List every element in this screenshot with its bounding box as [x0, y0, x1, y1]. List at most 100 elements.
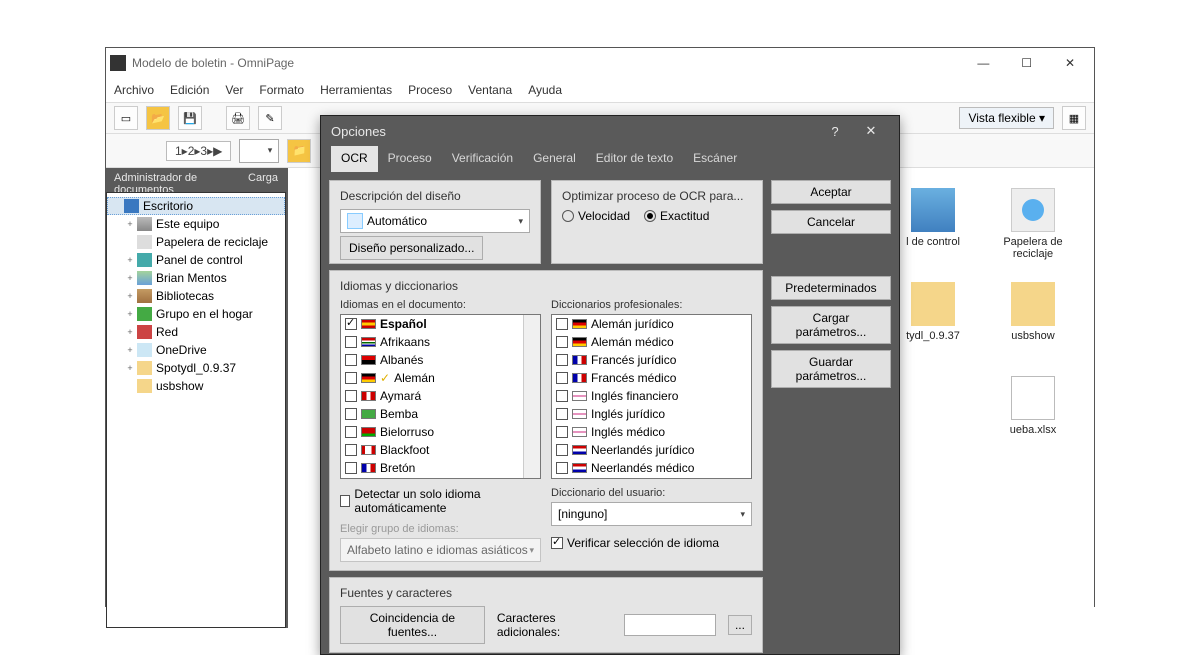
close-button[interactable]: ✕ [1050, 49, 1090, 77]
menu-ayuda[interactable]: Ayuda [528, 83, 562, 97]
dialog-help-button[interactable]: ? [817, 124, 853, 139]
load-params-button[interactable]: Cargar parámetros... [771, 306, 891, 344]
tree-item[interactable]: +Grupo en el hogar [107, 305, 285, 323]
list-item[interactable]: Francés médico [552, 369, 751, 387]
dialog-close-button[interactable]: ✕ [853, 123, 889, 139]
new-icon[interactable]: ▭ [114, 106, 138, 130]
tree-toggle-icon[interactable]: + [125, 291, 135, 301]
list-item[interactable]: Inglés jurídico [552, 405, 751, 423]
extra-chars-browse[interactable]: ... [728, 615, 752, 635]
open-icon[interactable]: 📂 [146, 106, 170, 130]
folder-icon[interactable]: 📁 [287, 139, 311, 163]
menu-ver[interactable]: Ver [225, 83, 243, 97]
list-item[interactable]: Neerlandés médico [552, 459, 751, 477]
list-item[interactable]: Inglés médico [552, 423, 751, 441]
tree-item[interactable]: +OneDrive [107, 341, 285, 359]
item-checkbox[interactable] [345, 426, 357, 438]
save-params-button[interactable]: Guardar parámetros... [771, 350, 891, 388]
menu-herramientas[interactable]: Herramientas [320, 83, 392, 97]
list-item[interactable]: Español [341, 315, 540, 333]
menu-archivo[interactable]: Archivo [114, 83, 154, 97]
item-checkbox[interactable] [556, 390, 568, 402]
tree-toggle-icon[interactable]: + [125, 327, 135, 337]
tree-item[interactable]: +Panel de control [107, 251, 285, 269]
list-item[interactable]: Aymará [341, 387, 540, 405]
item-checkbox[interactable] [556, 462, 568, 474]
languages-listbox[interactable]: EspañolAfrikaansAlbanés✓AlemánAymaráBemb… [340, 314, 541, 479]
menu-proceso[interactable]: Proceso [408, 83, 452, 97]
item-checkbox[interactable] [345, 372, 357, 384]
menu-edicion[interactable]: Edición [170, 83, 209, 97]
item-checkbox[interactable] [556, 336, 568, 348]
list-item[interactable]: Afrikaans [341, 333, 540, 351]
list-item[interactable]: Alemán jurídico [552, 315, 751, 333]
tree-item[interactable]: +Brian Mentos [107, 269, 285, 287]
tree-item[interactable]: +Red [107, 323, 285, 341]
desktop-item[interactable]: usbshow [988, 282, 1078, 372]
list-item[interactable]: Neerlandés jurídico [552, 441, 751, 459]
tree-item[interactable]: Escritorio [107, 197, 285, 215]
tab-ocr[interactable]: OCR [331, 146, 378, 172]
item-checkbox[interactable] [345, 462, 357, 474]
tree-toggle-icon[interactable]: + [125, 309, 135, 319]
cancel-button[interactable]: Cancelar [771, 210, 891, 234]
print-icon[interactable]: 🖨 [226, 106, 250, 130]
tree-item[interactable]: Papelera de reciclaje [107, 233, 285, 251]
custom-design-button[interactable]: Diseño personalizado... [340, 236, 483, 260]
user-dict-combo[interactable]: [ninguno]▾ [551, 502, 752, 526]
item-checkbox[interactable] [345, 408, 357, 420]
list-item[interactable]: Blackfoot [341, 441, 540, 459]
tree-item[interactable]: +Spotydl_0.9.37 [107, 359, 285, 377]
tool-x-icon[interactable]: ▦ [1062, 106, 1086, 130]
tree-toggle-icon[interactable]: + [125, 255, 135, 265]
item-checkbox[interactable] [345, 390, 357, 402]
list-item[interactable]: ✓Alemán [341, 369, 540, 387]
list-item[interactable]: Albanés [341, 351, 540, 369]
design-combo[interactable]: Automático▾ [340, 209, 530, 233]
desktop-item[interactable]: ueba.xlsx [988, 376, 1078, 466]
item-checkbox[interactable] [345, 354, 357, 366]
font-match-button[interactable]: Coincidencia de fuentes... [340, 606, 485, 644]
tab-administrador[interactable]: Administrador de documentos [106, 168, 240, 192]
item-checkbox[interactable] [556, 444, 568, 456]
tree-toggle-icon[interactable]: + [125, 273, 135, 283]
tool-icon[interactable]: ✎ [258, 106, 282, 130]
extra-chars-input[interactable] [624, 614, 716, 636]
radio-velocidad[interactable]: Velocidad [562, 209, 630, 223]
item-checkbox[interactable] [556, 354, 568, 366]
vista-flexible-dropdown[interactable]: Vista flexible ▾ [959, 107, 1054, 129]
item-checkbox[interactable] [345, 336, 357, 348]
desktop-item[interactable]: Papelera de reciclaje [988, 188, 1078, 278]
save-icon[interactable]: 💾 [178, 106, 202, 130]
workflow-steps[interactable]: 1▸2▸3▸▶ [166, 141, 231, 161]
folder-tree[interactable]: Escritorio+Este equipoPapelera de recicl… [106, 192, 286, 628]
tree-toggle-icon[interactable]: + [125, 345, 135, 355]
defaults-button[interactable]: Predeterminados [771, 276, 891, 300]
tree-toggle-icon[interactable]: + [125, 219, 135, 229]
verify-lang-checkbox[interactable] [551, 537, 563, 549]
item-checkbox[interactable] [345, 444, 357, 456]
tab-verificacion[interactable]: Verificación [442, 146, 523, 172]
minimize-button[interactable]: — [963, 49, 1003, 77]
list-item[interactable]: Inglés financiero [552, 387, 751, 405]
item-checkbox[interactable] [556, 372, 568, 384]
tab-editor[interactable]: Editor de texto [586, 146, 683, 172]
desktop-item[interactable]: tydl_0.9.37 [888, 282, 978, 372]
tab-escaner[interactable]: Escáner [683, 146, 747, 172]
item-checkbox[interactable] [556, 426, 568, 438]
desktop-item[interactable]: l de control [888, 188, 978, 278]
list-item[interactable]: Alemán médico [552, 333, 751, 351]
list-item[interactable]: Bemba [341, 405, 540, 423]
page-combo[interactable]: ▾ [239, 139, 279, 163]
tab-general[interactable]: General [523, 146, 586, 172]
list-item[interactable]: Bielorruso [341, 423, 540, 441]
tree-item[interactable]: +Este equipo [107, 215, 285, 233]
tree-item[interactable]: usbshow [107, 377, 285, 395]
menu-ventana[interactable]: Ventana [468, 83, 512, 97]
radio-exactitud[interactable]: Exactitud [644, 209, 709, 223]
item-checkbox[interactable] [345, 318, 357, 330]
tab-proceso[interactable]: Proceso [378, 146, 442, 172]
accept-button[interactable]: Aceptar [771, 180, 891, 204]
list-item[interactable]: Francés jurídico [552, 351, 751, 369]
list-item[interactable]: Bretón [341, 459, 540, 477]
